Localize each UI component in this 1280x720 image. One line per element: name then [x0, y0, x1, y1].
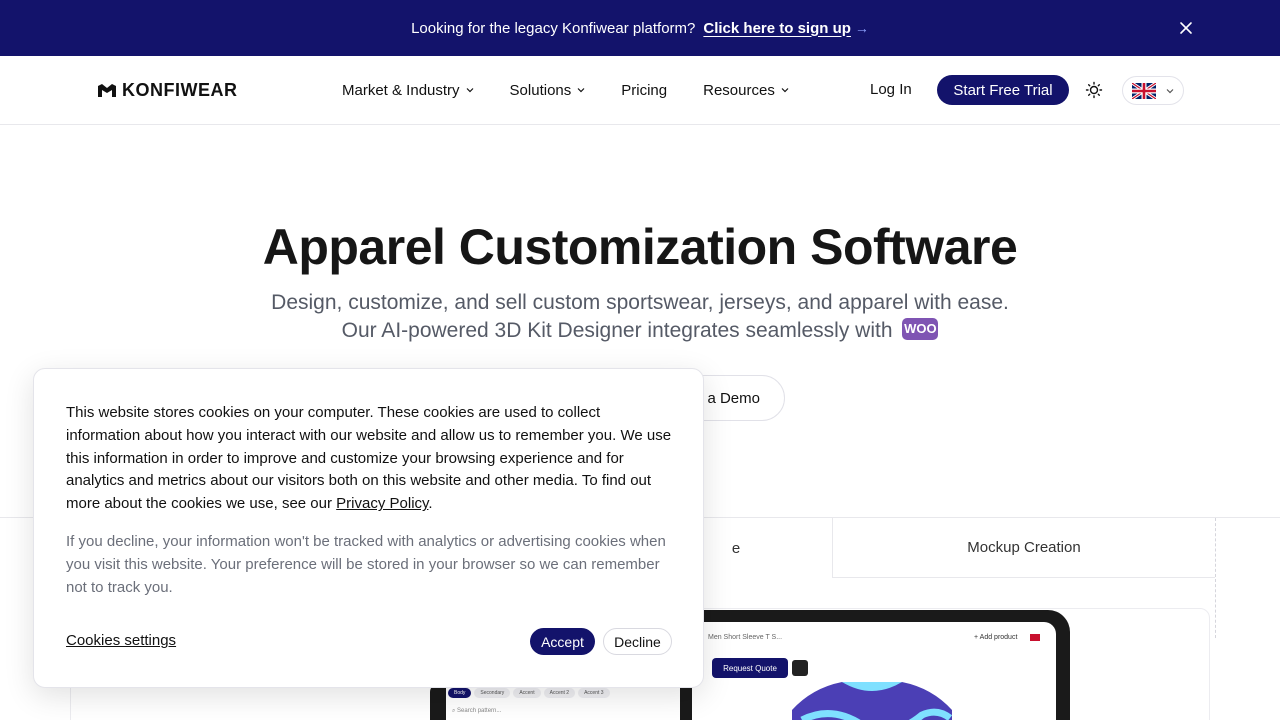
- pill-secondary[interactable]: Secondary: [474, 688, 511, 698]
- search-placeholder: Search pattern...: [457, 708, 502, 714]
- flag-icon: [1030, 634, 1040, 641]
- page-title: Apparel Customization Software: [262, 219, 1018, 275]
- nav-item-label: Solutions: [509, 81, 572, 99]
- arrow-right-icon: →: [854, 20, 869, 36]
- chevron-down-icon: [1166, 88, 1174, 93]
- privacy-policy-link[interactable]: Privacy Policy: [336, 495, 428, 512]
- login-link[interactable]: Log In: [870, 81, 912, 98]
- decline-cookies-button[interactable]: Decline: [603, 628, 672, 655]
- nav-item-market-industry[interactable]: Market & Industry: [342, 80, 474, 100]
- nav-item-label: Market & Industry: [342, 81, 460, 99]
- tablet-screen: Men Short Sleeve T S... + Add product Re…: [692, 622, 1056, 720]
- logo-text: KONFIWEAR: [122, 80, 238, 100]
- start-free-trial-button[interactable]: Start Free Trial: [937, 75, 1069, 105]
- banner-message: Looking for the legacy Konfiwear platfor…: [411, 19, 696, 37]
- dashed-divider: [1215, 518, 1216, 638]
- hero-subtitle-line2-text: Our AI-powered 3D Kit Designer integrate…: [341, 319, 893, 342]
- pill-body[interactable]: Body: [448, 688, 472, 698]
- chevron-down-icon: [466, 88, 473, 93]
- konfiwear-logo-mark-icon: [98, 83, 116, 97]
- tab-mockup-creation[interactable]: Mockup Creation: [832, 518, 1215, 578]
- chevron-down-icon: [781, 88, 789, 93]
- jersey-3d-preview: [792, 682, 953, 720]
- main-navigation: KONFIWEAR Market & Industry Solutions Pr…: [0, 56, 1280, 125]
- close-icon[interactable]: [1176, 18, 1196, 38]
- nav-item-resources[interactable]: Resources: [703, 80, 789, 100]
- uk-flag-icon: [1132, 82, 1156, 99]
- cookie-description: This website stores cookies on your comp…: [66, 402, 676, 516]
- pill-accent[interactable]: Accent: [513, 688, 541, 698]
- product-name: Men Short Sleeve T S...: [708, 634, 783, 641]
- nav-item-solutions[interactable]: Solutions: [510, 80, 586, 100]
- cookie-consent-dialog: This website stores cookies on your comp…: [33, 368, 704, 688]
- hero-subtitle-line2: Our AI-powered 3D Kit Designer integrate…: [0, 317, 1280, 345]
- woocommerce-logo: WOO: [902, 318, 939, 341]
- nav-item-pricing[interactable]: Pricing: [621, 80, 667, 100]
- banner-signup-link[interactable]: Click here to sign up: [703, 20, 851, 37]
- tab-label: e: [731, 539, 741, 557]
- nav-item-label: Pricing: [621, 81, 668, 99]
- sun-icon[interactable]: [1084, 80, 1104, 100]
- pill-accent-2[interactable]: Accent 2: [543, 688, 576, 698]
- add-product-button[interactable]: + Add product: [974, 634, 1017, 641]
- nav-item-label: Resources: [703, 81, 775, 99]
- pill-accent-3[interactable]: Accent 3: [578, 688, 610, 698]
- color-part-tabs: Body Secondary Accent Accent 2 Accent 3: [448, 688, 610, 698]
- hero-subtitle: Design, customize, and sell custom sport…: [0, 289, 1280, 345]
- cookie-text-end: .: [428, 495, 433, 513]
- pattern-search-input[interactable]: ⌕ Search pattern...: [452, 708, 501, 715]
- chevron-down-icon: [577, 88, 585, 93]
- konfiwear-logo[interactable]: KONFIWEAR: [96, 80, 238, 101]
- nav-menu: Market & Industry Solutions Pricing Reso…: [342, 80, 789, 100]
- announcement-banner: Looking for the legacy Konfiwear platfor…: [0, 0, 1280, 56]
- hero-subtitle-line1: Design, customize, and sell custom sport…: [271, 291, 1009, 314]
- language-selector[interactable]: [1122, 76, 1184, 105]
- cookie-decline-note: If you decline, your information won't b…: [66, 533, 666, 596]
- cookies-settings-link[interactable]: Cookies settings: [66, 632, 176, 649]
- accept-cookies-button[interactable]: Accept: [530, 628, 595, 655]
- tab-label: Mockup Creation: [967, 539, 1081, 556]
